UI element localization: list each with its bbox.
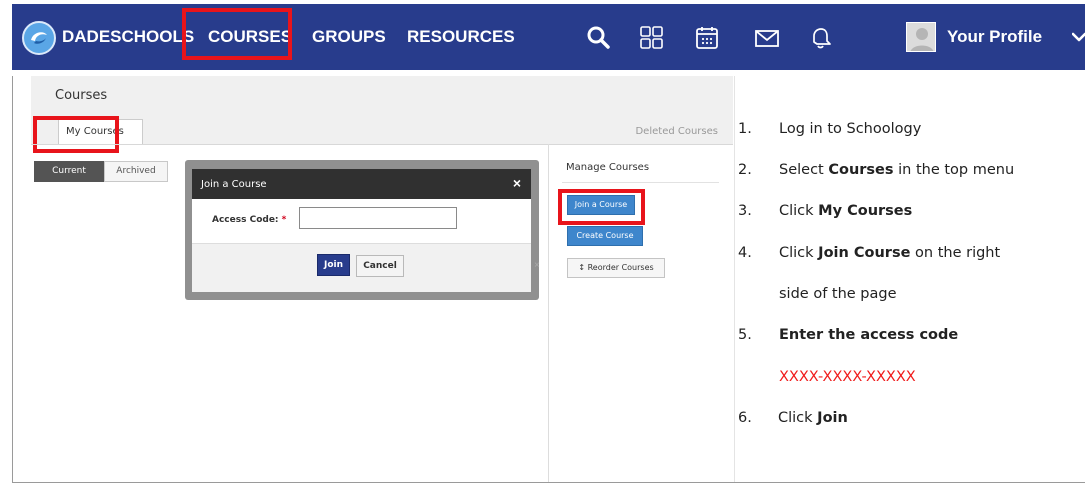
step-text-post: in the top menu <box>893 162 1015 178</box>
access-code-example: XXXX-XXXX-XXXXX <box>779 369 916 385</box>
step-text: Enter the access code <box>779 327 958 343</box>
step-text-pre: Click <box>778 410 818 426</box>
chevron-down-icon[interactable] <box>1072 28 1085 46</box>
modal-title: Join a Course <box>201 179 267 190</box>
page-title: Courses <box>55 88 108 103</box>
join-course-modal: Join a Course × Access Code: * Join Canc… <box>185 160 539 300</box>
step-number: 6. <box>738 410 752 426</box>
brand-name[interactable]: DADESCHOOLS <box>62 27 194 47</box>
profile-label[interactable]: Your Profile <box>947 27 1042 47</box>
avatar[interactable] <box>906 22 936 52</box>
courses-header: Courses My Courses Deleted Courses <box>31 76 733 144</box>
mail-icon[interactable] <box>753 24 781 52</box>
search-icon[interactable] <box>585 24 613 52</box>
step-text-pre: Log in to Schoology <box>779 121 922 137</box>
notification-bell-icon[interactable] <box>806 24 834 52</box>
step-number: 2. <box>738 162 752 178</box>
step-text: Select Courses in the top menu <box>779 162 1014 178</box>
tab-divider <box>31 144 733 145</box>
step-text-post: on the right <box>910 245 1001 261</box>
reorder-label: Reorder Courses <box>587 263 654 272</box>
sidebar-divider <box>548 144 549 482</box>
step-text: Click My Courses <box>779 203 912 219</box>
cancel-button[interactable]: Cancel <box>356 255 404 277</box>
step-text-bold: Courses <box>828 162 894 178</box>
step-text-pre: Click <box>779 203 819 219</box>
calendar-icon[interactable] <box>693 24 721 52</box>
access-code-label: Access Code: * <box>212 215 286 225</box>
deleted-courses-link[interactable]: Deleted Courses <box>635 126 718 137</box>
step-text: Log in to Schoology <box>779 121 921 137</box>
required-mark: * <box>281 215 287 225</box>
step-text-pre: Click <box>779 245 819 261</box>
step-text-pre: Select <box>779 162 829 178</box>
content-frame: Courses My Courses Deleted Courses Curre… <box>12 76 1085 483</box>
step-number: 5. <box>738 327 752 343</box>
create-course-button[interactable]: Create Course <box>567 226 643 246</box>
dadeschools-logo-icon[interactable] <box>22 21 56 55</box>
panel-divider <box>734 76 735 482</box>
reorder-icon: ↕ <box>578 263 586 272</box>
step-number: 4. <box>738 245 752 261</box>
step-text-bold: Enter the access code <box>779 327 959 343</box>
step-text: side of the page <box>779 286 897 302</box>
manage-courses-heading: Manage Courses <box>566 162 650 173</box>
nav-resources[interactable]: RESOURCES <box>407 27 515 47</box>
step-text: Click Join <box>778 410 848 426</box>
dimmed-close-icon: × <box>534 260 540 271</box>
step-number: 1. <box>738 121 752 137</box>
top-navigation: DADESCHOOLS COURSES GROUPS RESOURCES You… <box>0 0 1085 76</box>
access-code-label-text: Access Code: <box>212 215 279 225</box>
step-text-bold: My Courses <box>818 203 913 219</box>
step-text-bold: Join Course <box>818 245 911 261</box>
step-number: 3. <box>738 203 752 219</box>
step-text-bold: Join <box>817 410 848 426</box>
schoology-page: Courses My Courses Deleted Courses Curre… <box>13 76 733 482</box>
filter-archived-button[interactable]: Archived <box>104 161 168 182</box>
join-button[interactable]: Join <box>317 254 350 276</box>
modal-header: Join a Course × <box>192 169 531 199</box>
manage-divider <box>562 182 719 183</box>
join-course-highlight <box>558 189 645 225</box>
nav-groups[interactable]: GROUPS <box>312 27 386 47</box>
access-code-input[interactable] <box>299 207 457 229</box>
navbar: DADESCHOOLS COURSES GROUPS RESOURCES You… <box>12 4 1085 70</box>
courses-highlight <box>182 8 292 60</box>
filter-current-button[interactable]: Current <box>34 161 104 182</box>
step-text: Click Join Course on the right <box>779 245 1000 261</box>
modal-footer: Join Cancel <box>192 243 531 292</box>
apps-grid-icon[interactable] <box>638 24 666 52</box>
my-courses-highlight <box>33 116 119 153</box>
close-icon[interactable]: × <box>513 175 521 191</box>
modal-body: Join a Course × Access Code: * Join Canc… <box>192 169 531 292</box>
reorder-courses-button[interactable]: ↕ Reorder Courses <box>567 258 665 278</box>
